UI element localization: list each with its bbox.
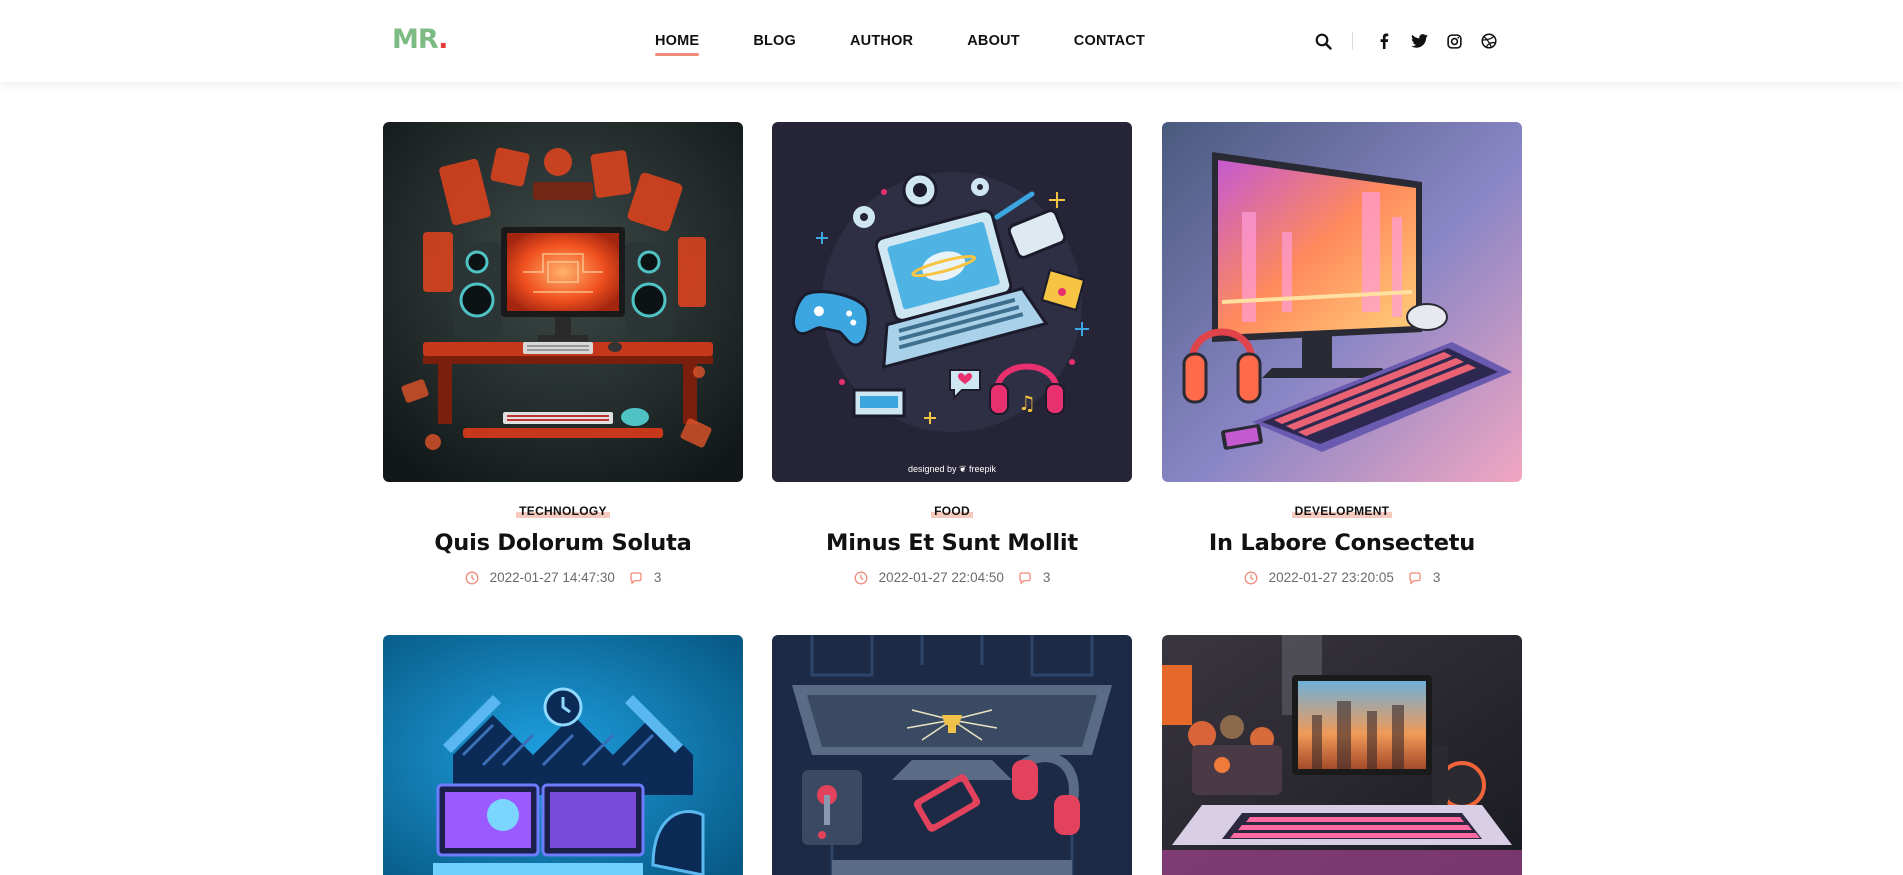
post-image[interactable]: ♫ designed by ❦ freepik	[772, 122, 1132, 482]
clock-icon	[465, 571, 479, 585]
post-card	[383, 635, 743, 875]
nav-item-contact[interactable]: CONTACT	[1074, 33, 1145, 49]
post-card: TECHNOLOGY Quis Dolorum Soluta 2022-01-2…	[383, 122, 743, 585]
post-title[interactable]: In Labore Consectetu	[1162, 530, 1522, 556]
post-category[interactable]: FOOD	[931, 504, 973, 518]
comment-icon	[1018, 571, 1032, 585]
instagram-icon[interactable]	[1441, 28, 1467, 54]
logo-text: MR	[392, 24, 439, 55]
nav-item-home[interactable]: HOME	[655, 33, 700, 56]
post-meta: 2022-01-27 22:04:50 3	[772, 570, 1132, 585]
svg-text:♫: ♫	[1018, 391, 1036, 415]
freepik-watermark: designed by ❦ freepik	[908, 464, 997, 474]
twitter-icon[interactable]	[1406, 28, 1432, 54]
post-image[interactable]	[1162, 635, 1522, 875]
post-title[interactable]: Quis Dolorum Soluta	[383, 530, 743, 556]
nav-item-blog[interactable]: BLOG	[753, 33, 796, 49]
post-comment-count[interactable]: 3	[1433, 570, 1441, 585]
nav-item-author[interactable]: AUTHOR	[850, 33, 913, 49]
main-nav: HOME BLOG AUTHOR ABOUT CONTACT	[655, 0, 1199, 82]
header-divider	[1352, 32, 1353, 50]
site-header: MR. HOME BLOG AUTHOR ABOUT CONTACT	[0, 0, 1903, 82]
post-meta: 2022-01-27 14:47:30 3	[383, 570, 743, 585]
logo-dot: .	[438, 24, 448, 55]
post-date: 2022-01-27 14:47:30	[489, 570, 615, 585]
post-image[interactable]	[383, 122, 743, 482]
search-icon[interactable]	[1310, 28, 1336, 54]
post-comment-count[interactable]: 3	[654, 570, 662, 585]
header-tools	[1310, 0, 1511, 82]
post-image[interactable]	[772, 635, 1132, 875]
comment-icon	[629, 571, 643, 585]
post-category[interactable]: TECHNOLOGY	[516, 504, 610, 518]
post-image[interactable]	[1162, 122, 1522, 482]
post-card: DEVELOPMENT In Labore Consectetu 2022-01…	[1162, 122, 1522, 585]
nav-item-about[interactable]: ABOUT	[967, 33, 1020, 49]
post-card	[1162, 635, 1522, 875]
site-logo[interactable]: MR.	[392, 24, 448, 55]
post-card: ♫ designed by ❦ freepik FOOD Minus Et Su…	[772, 122, 1132, 585]
clock-icon	[1244, 571, 1258, 585]
post-meta: 2022-01-27 23:20:05 3	[1162, 570, 1522, 585]
post-category[interactable]: DEVELOPMENT	[1291, 504, 1393, 518]
comment-icon	[1408, 571, 1422, 585]
facebook-icon[interactable]	[1371, 28, 1397, 54]
clock-icon	[854, 571, 868, 585]
post-date: 2022-01-27 22:04:50	[878, 570, 1004, 585]
post-date: 2022-01-27 23:20:05	[1268, 570, 1394, 585]
post-title[interactable]: Minus Et Sunt Mollit	[772, 530, 1132, 556]
post-card	[772, 635, 1132, 875]
dribbble-icon[interactable]	[1476, 28, 1502, 54]
post-image[interactable]	[383, 635, 743, 875]
post-comment-count[interactable]: 3	[1043, 570, 1051, 585]
